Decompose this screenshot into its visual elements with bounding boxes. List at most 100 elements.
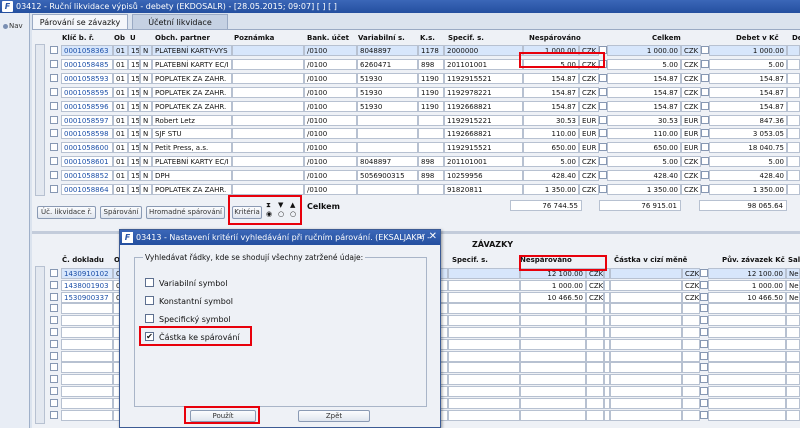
cell-ob[interactable]: 01 <box>113 184 128 195</box>
cell-extra[interactable] <box>786 350 800 362</box>
cell-debit[interactable]: 154.87 <box>709 72 787 84</box>
cell-key[interactable]: 0001058852 <box>61 170 113 182</box>
cell-vs[interactable]: 5056900315 <box>357 170 418 182</box>
row-checkbox[interactable] <box>50 73 58 82</box>
cell-account[interactable]: /0100 <box>304 184 357 195</box>
cell-ks[interactable]: 898 <box>418 156 444 168</box>
table-row[interactable]: 0001058852 01 15 N DPH/0100 5056900315 898 1025… <box>32 170 800 182</box>
cell-cur[interactable]: CZK <box>579 45 599 56</box>
cell-ss[interactable]: 1192668821 <box>444 128 523 140</box>
cell-key[interactable]: 0001058600 <box>61 142 113 154</box>
cell-cur2[interactable]: EUR <box>681 128 701 140</box>
cell-vs[interactable] <box>357 184 418 195</box>
row-checkbox[interactable] <box>50 171 58 180</box>
cell-unpaired[interactable]: 154.87 <box>523 100 579 112</box>
cell-cur2[interactable]: CZK <box>682 291 700 303</box>
cell-foreign[interactable] <box>610 291 682 303</box>
cell-cur[interactable]: CZK <box>579 72 599 84</box>
cell-cur2[interactable]: CZK <box>681 45 701 56</box>
row-checkbox[interactable] <box>50 351 58 360</box>
cell-partner[interactable]: PLATEBNÍ KARTY EC/I <box>152 58 232 70</box>
cell-account[interactable]: /0100 <box>304 114 357 126</box>
cell-extra[interactable] <box>786 409 800 421</box>
cell-ob[interactable]: 01 <box>113 128 128 140</box>
row-flag-checkbox[interactable] <box>700 339 708 348</box>
table-row[interactable]: 0001058864 01 15 N POPLATEK ZA ZAHR. /0100 918… <box>32 184 800 195</box>
row-flag-checkbox[interactable] <box>700 375 708 384</box>
cell-foreign[interactable] <box>610 327 682 338</box>
cell-ss[interactable] <box>448 409 520 421</box>
table-row[interactable]: 0001058600 01 15 N Petit Press, a.s. /0100 119… <box>32 142 800 154</box>
cell-cur[interactable]: CZK <box>586 268 604 279</box>
cell-cur[interactable]: CZK <box>579 156 599 168</box>
cell-doc[interactable] <box>61 303 113 315</box>
table-row[interactable]: 0001058595 01 15 N POPLATEK ZA ZAHR. /0100 519… <box>32 86 800 98</box>
cell-vs[interactable]: 8048897 <box>357 45 418 56</box>
table-row[interactable]: 0001058596 01 15 N POPLATEK ZA ZAHR. /0100 519… <box>32 100 800 112</box>
cell-debit[interactable]: 428.40 <box>709 170 787 182</box>
bottom-col-orig[interactable]: Pův. závazek Kč <box>722 256 785 264</box>
cell-cur2[interactable] <box>682 327 700 338</box>
cell-doc[interactable] <box>61 386 113 397</box>
cell-ob[interactable]: 01 <box>113 72 128 84</box>
cell-ob[interactable]: 01 <box>113 86 128 98</box>
cell-key[interactable]: 0001058598 <box>61 128 113 140</box>
cell-n[interactable]: N <box>140 58 152 70</box>
cell-unpaired[interactable]: 428.40 <box>523 170 579 182</box>
cell-unpaired[interactable]: 1 000.00 <box>520 279 586 291</box>
cell-note[interactable] <box>232 114 304 126</box>
cell-ss[interactable] <box>448 338 520 350</box>
cell-ss[interactable]: 201101001 <box>444 156 523 168</box>
cell-note[interactable] <box>232 142 304 154</box>
cell-note[interactable] <box>232 72 304 84</box>
cell-note[interactable] <box>232 170 304 182</box>
bottom-col-doc[interactable]: Č. dokladu <box>62 256 104 264</box>
top-grid-vscroll[interactable] <box>35 44 45 196</box>
row-checkbox[interactable] <box>50 157 58 166</box>
parovani-button[interactable]: Spárování <box>100 206 142 219</box>
cell-ss[interactable]: 1192915221 <box>444 114 523 126</box>
row-flag-checkbox[interactable] <box>700 304 708 313</box>
col-header-u[interactable]: U <box>130 34 136 42</box>
cell-unpaired[interactable] <box>520 315 586 327</box>
cell-u[interactable]: 15 <box>128 72 140 84</box>
cell-account[interactable]: /0100 <box>304 142 357 154</box>
cell-key[interactable]: 0001058597 <box>61 114 113 126</box>
cell-cur2[interactable] <box>682 315 700 327</box>
cell-partner[interactable]: SJF STU <box>152 128 232 140</box>
row-flag-checkbox[interactable] <box>700 410 708 419</box>
cell-extra[interactable] <box>786 303 800 315</box>
cell-ob[interactable]: 01 <box>113 45 128 56</box>
cell-key[interactable]: 0001058864 <box>61 184 113 195</box>
cell-ss[interactable]: 1192668821 <box>444 100 523 112</box>
cell-total[interactable]: 154.87 <box>607 86 681 98</box>
cell-cur[interactable] <box>586 350 604 362</box>
sort-collapse-icon[interactable]: ⧗ <box>266 201 271 210</box>
cell-partner[interactable]: DPH <box>152 170 232 182</box>
row-checkbox[interactable] <box>50 339 58 348</box>
row-flag-checkbox[interactable] <box>599 171 607 180</box>
cell-n[interactable]: N <box>140 45 152 56</box>
cell-extra[interactable]: Ne <box>786 268 800 279</box>
cell-doc[interactable] <box>61 409 113 421</box>
cell-vs[interactable]: 51930 <box>357 86 418 98</box>
cell-vs[interactable]: 51930 <box>357 100 418 112</box>
cell-extra[interactable]: Ne <box>786 291 800 303</box>
row-checkbox[interactable] <box>50 316 58 325</box>
checkbox-castka[interactable]: ✔ <box>145 332 154 341</box>
cell-cur2[interactable]: CZK <box>682 279 700 291</box>
cell-cur[interactable] <box>586 386 604 397</box>
cell-cur[interactable]: EUR <box>579 128 599 140</box>
cell-debit[interactable]: 3 053.05 <box>709 128 787 140</box>
cell-cur2[interactable]: CZK <box>682 268 700 279</box>
table-row[interactable]: 0001058601 01 15 N PLATEBNÍ KARTY EC/I/0100 8… <box>32 156 800 168</box>
row-flag-checkbox[interactable] <box>701 101 709 110</box>
cell-n[interactable]: N <box>140 156 152 168</box>
row-flag-checkbox[interactable] <box>700 363 708 372</box>
cell-unpaired[interactable]: 5.00 <box>523 58 579 70</box>
cell-total[interactable]: 428.40 <box>607 170 681 182</box>
cell-unpaired[interactable]: 5.00 <box>523 156 579 168</box>
cell-cur2[interactable] <box>682 409 700 421</box>
cell-doc[interactable]: 1430910102 <box>61 268 113 279</box>
cell-foreign[interactable] <box>610 268 682 279</box>
